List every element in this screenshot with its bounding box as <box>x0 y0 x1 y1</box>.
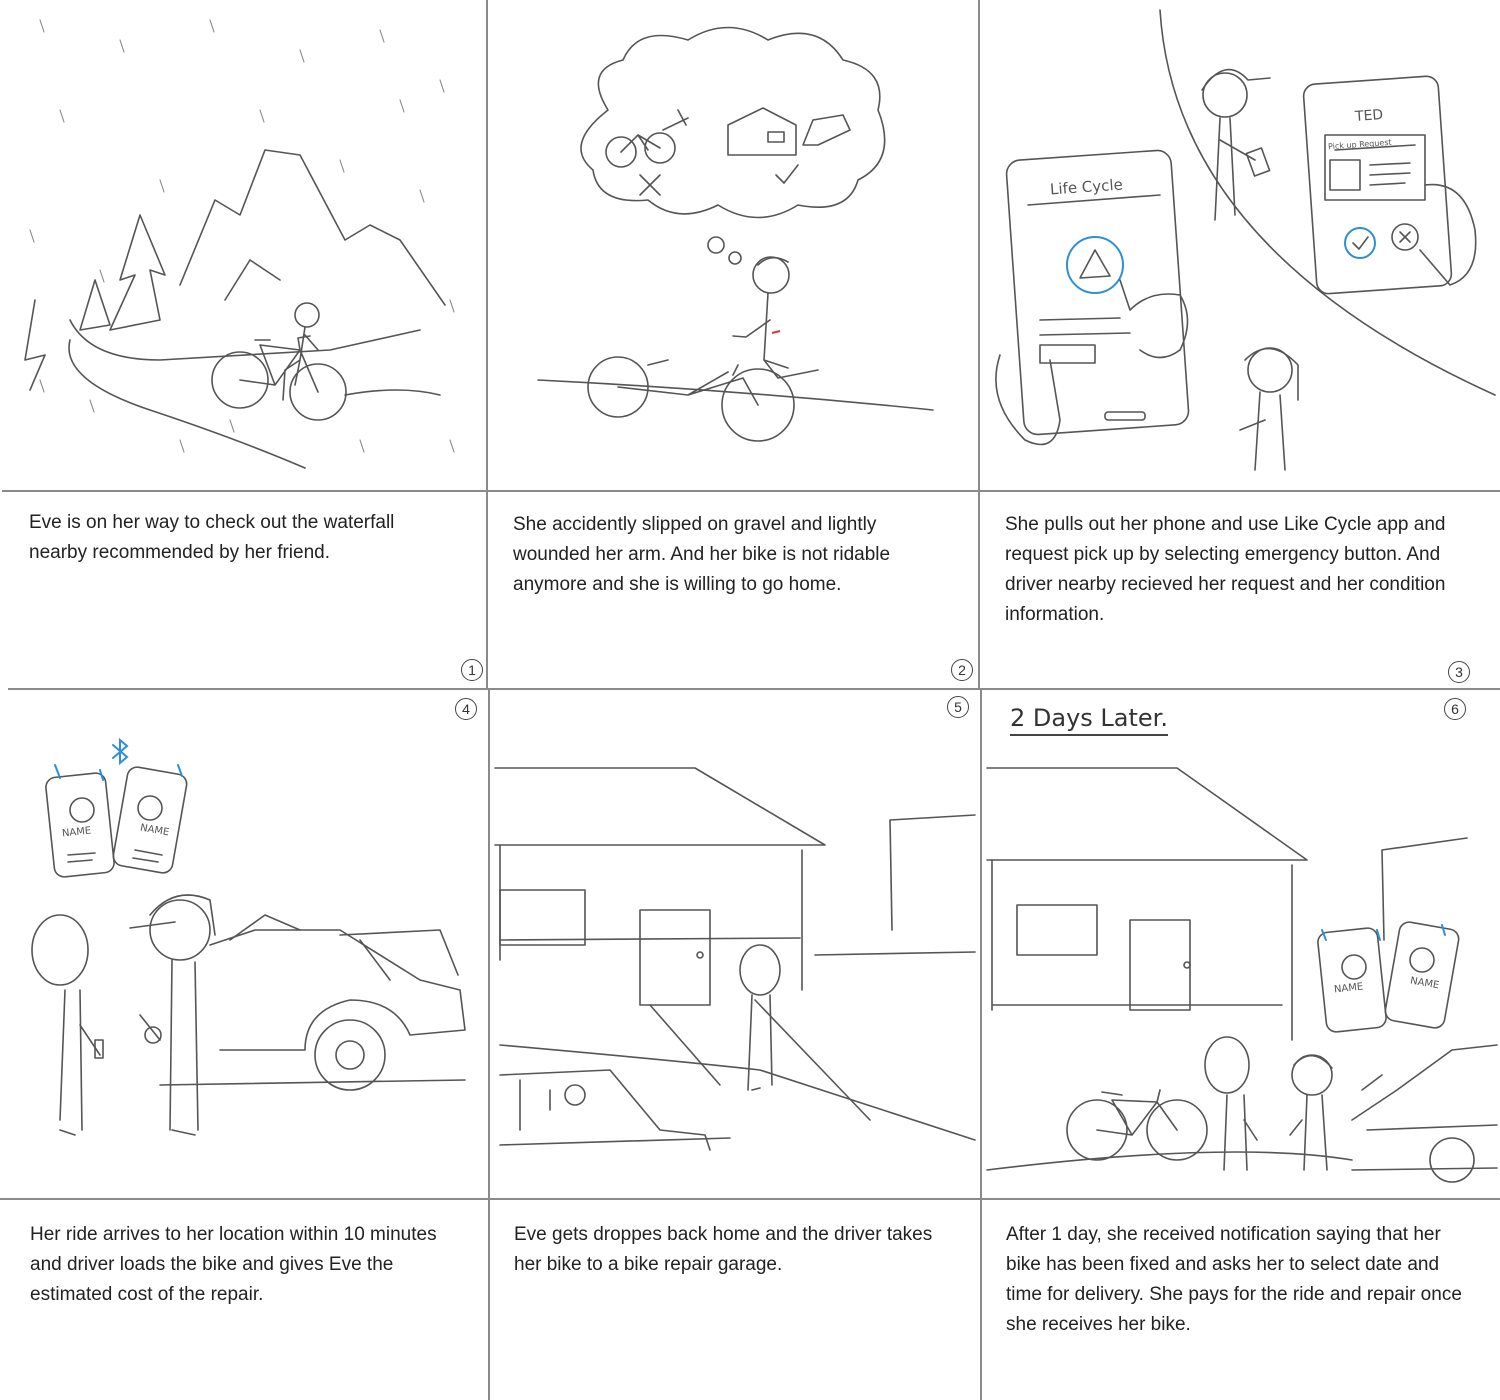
driver-name: TED <box>1354 107 1384 125</box>
panel-3-sketch: Life Cycle TED Pick up Request <box>980 0 1500 490</box>
panel-1-sketch <box>0 0 486 490</box>
storyboard: Life Cycle TED Pick up Request NAME NAME… <box>0 0 1500 1400</box>
panel-1-caption: Eve is on her way to check out the water… <box>29 512 395 563</box>
grid-h-top <box>2 490 1500 492</box>
panel-6-sketch: NAME NAME <box>982 690 1500 1198</box>
panel-4-sketch: NAME NAME <box>0 690 486 1198</box>
panel-1-number: 1 <box>461 659 483 681</box>
handwritten-note: 2 Days Later. <box>1010 704 1168 736</box>
panel-6-number: 6 <box>1444 698 1466 720</box>
panel-4-number: 4 <box>455 698 477 720</box>
panel-5-number: 5 <box>947 696 969 718</box>
panel-3-caption: She pulls out her phone and use Like Cyc… <box>1005 514 1446 625</box>
panel-2-number: 2 <box>951 659 973 681</box>
panel-5-caption: Eve gets droppes back home and the drive… <box>514 1224 933 1275</box>
panel-4-caption: Her ride arrives to her location within … <box>30 1224 437 1305</box>
grid-h-bot <box>0 1198 1500 1200</box>
panel-2-caption: She accidently slipped on gravel and lig… <box>513 514 891 595</box>
panel-3-number: 3 <box>1448 661 1470 683</box>
panel-5-sketch <box>490 690 980 1198</box>
panel-2-sketch <box>488 0 978 490</box>
panel-6-caption: After 1 day, she received notification s… <box>1006 1224 1462 1335</box>
